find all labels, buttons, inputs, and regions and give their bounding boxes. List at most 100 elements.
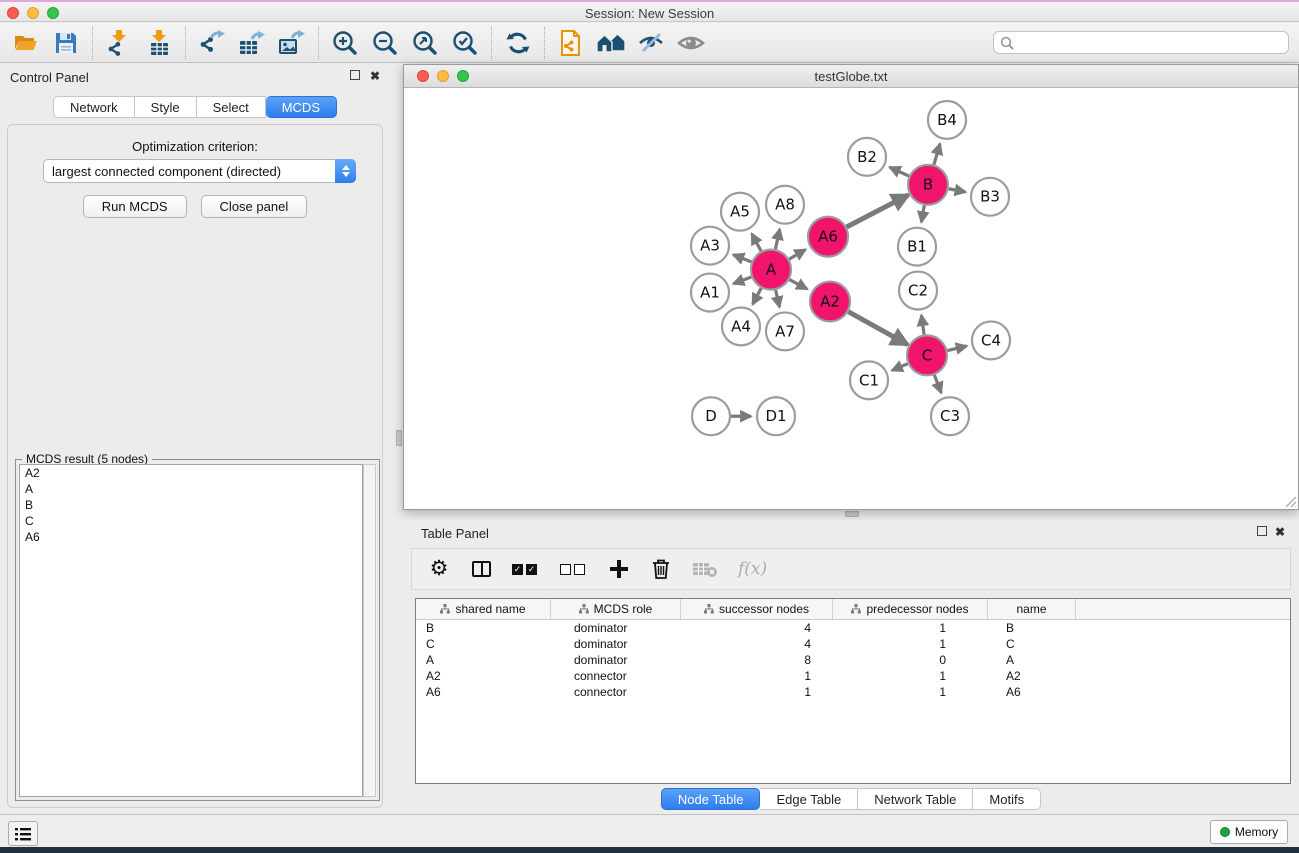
column-header-successor-nodes[interactable]: successor nodes — [681, 599, 833, 619]
column-header-name[interactable]: name — [988, 599, 1076, 619]
export-table-button[interactable] — [232, 27, 272, 59]
graph-node-A5[interactable]: A5 — [721, 193, 759, 231]
close-panel-icon[interactable]: ✖ — [368, 70, 382, 84]
open-session-button[interactable] — [6, 27, 46, 59]
table-options-button[interactable]: ⚙ — [428, 556, 450, 582]
import-table-button[interactable] — [139, 27, 179, 59]
graph-node-A2[interactable]: A2 — [810, 282, 850, 322]
task-history-button[interactable] — [8, 821, 38, 846]
tab-select[interactable]: Select — [197, 96, 266, 118]
save-session-button[interactable] — [46, 27, 86, 59]
graph-node-C1[interactable]: C1 — [850, 361, 888, 399]
graph-node-B3[interactable]: B3 — [971, 178, 1009, 216]
graph-node-C[interactable]: C — [907, 335, 947, 375]
graph-edge-A-A4[interactable] — [753, 288, 762, 304]
graph-node-D[interactable]: D — [692, 397, 730, 435]
tab-edge-table[interactable]: Edge Table — [760, 788, 858, 810]
graph-node-B1[interactable]: B1 — [898, 228, 936, 266]
table-row[interactable]: A6connector11A6 — [416, 684, 1290, 700]
create-column-button[interactable] — [608, 556, 630, 582]
tab-motifs[interactable]: Motifs — [973, 788, 1041, 810]
zoom-out-button[interactable] — [365, 27, 405, 59]
criterion-dropdown[interactable]: largest connected component (directed) — [43, 159, 356, 183]
graph-edge-A-A6[interactable] — [789, 250, 805, 259]
column-header-shared-name[interactable]: shared name — [416, 599, 551, 619]
graph-node-A1[interactable]: A1 — [691, 274, 729, 312]
float-panel-icon[interactable] — [348, 70, 362, 84]
graph-edge-A6-B[interactable] — [847, 195, 909, 227]
deselect-all-button[interactable] — [560, 556, 588, 582]
zoom-selected-button[interactable] — [445, 27, 485, 59]
graph-node-A7[interactable]: A7 — [766, 312, 804, 350]
graph-edge-C-C2[interactable] — [921, 315, 924, 334]
result-list-item[interactable]: A2 — [20, 465, 362, 481]
graph-edge-C-C3[interactable] — [934, 375, 941, 393]
graph-node-B2[interactable]: B2 — [848, 138, 886, 176]
show-column-button[interactable] — [470, 556, 492, 582]
graph-node-A4[interactable]: A4 — [722, 307, 760, 345]
tab-network-table[interactable]: Network Table — [858, 788, 973, 810]
graph-edge-B-B3[interactable] — [949, 189, 966, 192]
table-row[interactable]: Adominator80A — [416, 652, 1290, 668]
close-panel-button[interactable]: Close panel — [201, 195, 308, 218]
graph-node-D1[interactable]: D1 — [757, 397, 795, 435]
table-row[interactable]: Bdominator41B — [416, 620, 1290, 636]
memory-button[interactable]: Memory — [1210, 820, 1288, 844]
graph-edge-B-B4[interactable] — [934, 144, 940, 165]
graph-edge-A2-C[interactable] — [848, 312, 907, 345]
graph-edge-B-B1[interactable] — [921, 205, 924, 222]
graph-edge-C-C4[interactable] — [947, 346, 966, 350]
table-row[interactable]: Cdominator41C — [416, 636, 1290, 652]
resize-grip-icon[interactable] — [1283, 494, 1297, 508]
graph-node-C3[interactable]: C3 — [931, 397, 969, 435]
result-list-item[interactable]: A6 — [20, 529, 362, 545]
graph-node-A8[interactable]: A8 — [766, 186, 804, 224]
delete-column-button[interactable] — [650, 556, 672, 582]
graph-edge-A-A8[interactable] — [775, 229, 779, 249]
zoom-fit-button[interactable] — [405, 27, 445, 59]
graph-edge-C-C1[interactable] — [892, 364, 908, 371]
result-list-scrollbar[interactable] — [363, 464, 376, 797]
tab-style[interactable]: Style — [135, 96, 197, 118]
zoom-in-button[interactable] — [325, 27, 365, 59]
graph-node-A3[interactable]: A3 — [691, 227, 729, 265]
network-canvas[interactable]: AA1A2A3A4A5A6A7A8BB1B2B3B4CC1C2C3C4DD1 — [406, 88, 1296, 507]
export-network-button[interactable] — [192, 27, 232, 59]
graph-node-C4[interactable]: C4 — [972, 321, 1010, 359]
hide-graphics-details-button[interactable] — [631, 27, 671, 59]
graph-node-A6[interactable]: A6 — [808, 217, 848, 257]
table-float-panel-icon[interactable] — [1255, 526, 1269, 540]
column-header-mcds-role[interactable]: MCDS role — [551, 599, 681, 619]
horizontal-split-handle[interactable] — [845, 511, 859, 517]
show-all-networks-button[interactable] — [591, 27, 631, 59]
import-network-button[interactable] — [99, 27, 139, 59]
apply-layout-button[interactable] — [498, 27, 538, 59]
birds-eye-view-button[interactable] — [671, 27, 711, 59]
delete-table-button[interactable] — [692, 556, 718, 582]
graph-edge-B-B2[interactable] — [890, 167, 909, 176]
graph-edge-A-A2[interactable] — [789, 280, 807, 290]
search-input[interactable] — [1018, 36, 1282, 50]
graph-edge-A-A5[interactable] — [752, 234, 761, 251]
graph-edge-A-A1[interactable] — [733, 277, 751, 284]
graph-node-A[interactable]: A — [751, 250, 791, 290]
table-row[interactable]: A2connector11A2 — [416, 668, 1290, 684]
table-close-panel-icon[interactable]: ✖ — [1273, 526, 1287, 540]
function-builder-button[interactable]: f(x) — [738, 556, 767, 582]
mcds-result-list[interactable]: A2ABCA6 — [19, 464, 363, 797]
tab-mcds[interactable]: MCDS — [266, 96, 337, 118]
graph-node-B4[interactable]: B4 — [928, 101, 966, 139]
run-mcds-button[interactable]: Run MCDS — [83, 195, 187, 218]
result-list-item[interactable]: C — [20, 513, 362, 529]
export-image-button[interactable] — [272, 27, 312, 59]
tab-network[interactable]: Network — [53, 96, 135, 118]
result-list-item[interactable]: B — [20, 497, 362, 513]
column-header-predecessor-nodes[interactable]: predecessor nodes — [833, 599, 988, 619]
network-overview-button[interactable] — [551, 27, 591, 59]
select-all-button[interactable]: ✓✓ — [512, 556, 540, 582]
vertical-split-handle[interactable] — [396, 430, 402, 446]
graph-edge-A-A3[interactable] — [733, 255, 751, 262]
tab-node-table[interactable]: Node Table — [661, 788, 761, 810]
graph-node-B[interactable]: B — [908, 165, 948, 205]
toolbar-search-box[interactable] — [993, 31, 1289, 54]
